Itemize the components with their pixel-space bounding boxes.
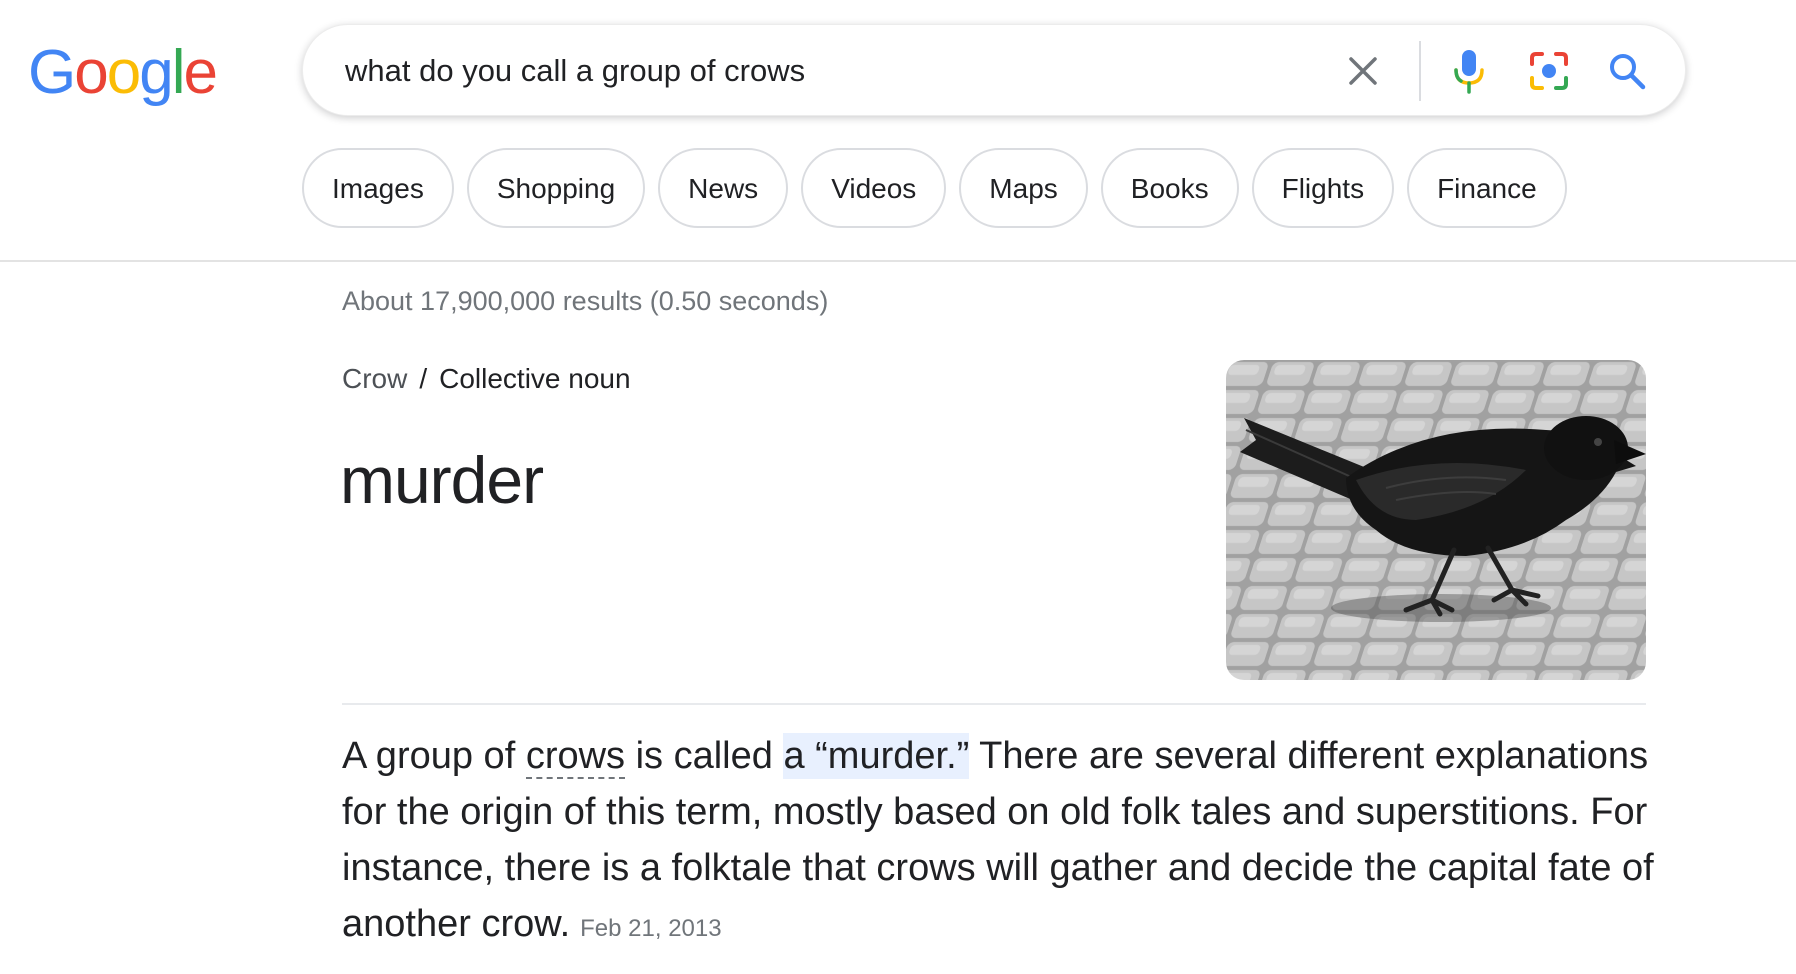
chip-books[interactable]: Books — [1100, 148, 1239, 228]
search-icon[interactable] — [1599, 43, 1655, 99]
close-icon[interactable] — [1335, 43, 1391, 99]
header: Google what do you call a group of crows… — [0, 0, 1796, 262]
chip-finance[interactable]: Finance — [1407, 148, 1567, 228]
chip-maps[interactable]: Maps — [959, 148, 1088, 228]
logo-letter: o — [106, 38, 142, 107]
search-box[interactable] — [302, 24, 1686, 117]
breadcrumb-separator: / — [419, 363, 428, 394]
logo-letter: g — [139, 38, 174, 107]
microphone-icon[interactable] — [1441, 43, 1497, 99]
featured-answer: murder — [340, 443, 544, 517]
chip-shopping[interactable]: Shopping — [466, 148, 646, 228]
crow-photo-illustration — [1226, 360, 1646, 680]
logo-letter: e — [183, 38, 218, 107]
crow-image[interactable] — [1226, 360, 1646, 680]
breadcrumb: Crow / Collective noun — [342, 363, 631, 395]
logo-letter: o — [74, 38, 109, 107]
breadcrumb-link-crow[interactable]: Crow — [342, 363, 407, 394]
chip-flights[interactable]: Flights — [1251, 148, 1395, 228]
search-divider — [1419, 41, 1421, 101]
search-input[interactable] — [345, 25, 1245, 117]
search-filter-chips: Images Shopping News Videos Maps Books F… — [302, 148, 1567, 228]
snippet-highlight: a “murder.” — [783, 733, 970, 779]
featured-snippet-text: A group of crows is called a “murder.” T… — [342, 728, 1662, 957]
snippet-text: is called — [625, 735, 784, 777]
chip-news[interactable]: News — [658, 148, 789, 228]
google-logo[interactable]: Google — [28, 33, 218, 113]
camera-lens-icon[interactable] — [1521, 43, 1577, 99]
snippet-text: A group of — [342, 735, 526, 777]
chip-videos[interactable]: Videos — [801, 148, 947, 228]
chip-images[interactable]: Images — [302, 148, 454, 228]
snippet-date: Feb 21, 2013 — [580, 915, 722, 942]
section-divider — [342, 703, 1646, 705]
logo-letter: G — [28, 38, 76, 107]
logo-letter: l — [171, 38, 186, 107]
breadcrumb-current: Collective noun — [439, 363, 631, 394]
crows-link[interactable]: crows — [525, 735, 626, 779]
result-stats: About 17,900,000 results (0.50 seconds) — [342, 286, 829, 316]
